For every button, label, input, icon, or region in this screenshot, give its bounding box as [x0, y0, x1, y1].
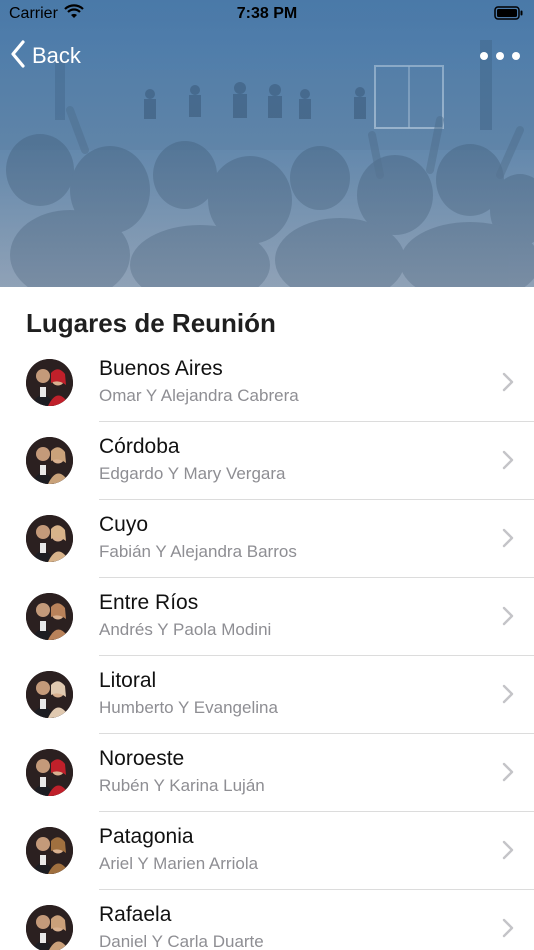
- list-item[interactable]: Cuyo Fabián Y Alejandra Barros: [0, 500, 534, 578]
- back-label: Back: [32, 43, 81, 68]
- item-subtitle: Fabián Y Alejandra Barros: [99, 542, 297, 561]
- chevron-left-icon: [10, 39, 26, 73]
- clock-label: 7:38 PM: [236, 5, 298, 22]
- list-item[interactable]: Noroeste Rubén Y Karina Luján: [0, 734, 534, 812]
- back-button[interactable]: Back: [10, 38, 81, 74]
- item-title: Rafaela: [99, 903, 172, 926]
- avatar: [26, 749, 73, 796]
- item-title: Cuyo: [99, 513, 149, 536]
- chevron-right-icon: [502, 918, 514, 943]
- avatar: [26, 671, 73, 718]
- chevron-right-icon: [502, 762, 514, 787]
- list-item[interactable]: Córdoba Edgardo Y Mary Vergara: [0, 422, 534, 500]
- navigation-bar: Back: [0, 34, 534, 78]
- avatar: [26, 593, 73, 640]
- item-title: Entre Ríos: [99, 591, 199, 614]
- chevron-right-icon: [502, 606, 514, 631]
- list-item[interactable]: Entre Ríos Andrés Y Paola Modini: [0, 578, 534, 656]
- list-item[interactable]: Buenos Aires Omar Y Alejandra Cabrera: [0, 344, 534, 422]
- item-subtitle: Humberto Y Evangelina: [99, 698, 278, 717]
- avatar: [26, 827, 73, 874]
- chevron-right-icon: [502, 372, 514, 397]
- list-item[interactable]: Rafaela Daniel Y Carla Duarte: [0, 890, 534, 950]
- chevron-right-icon: [502, 528, 514, 553]
- item-title: Buenos Aires: [99, 357, 223, 380]
- item-title: Patagonia: [99, 825, 194, 848]
- chevron-right-icon: [502, 684, 514, 709]
- item-subtitle: Ariel Y Marien Arriola: [99, 854, 259, 873]
- avatar: [26, 437, 73, 484]
- item-title: Litoral: [99, 669, 157, 692]
- list-item[interactable]: Litoral Humberto Y Evangelina: [0, 656, 534, 734]
- item-title: Noroeste: [99, 747, 185, 770]
- battery-icon: [494, 6, 524, 25]
- locations-list: Buenos Aires Omar Y Alejandra Cabrera Córd…: [0, 344, 534, 950]
- section-title: Lugares de Reunión: [26, 308, 276, 338]
- item-subtitle: Andrés Y Paola Modini: [99, 620, 272, 639]
- item-subtitle: Edgardo Y Mary Vergara: [99, 464, 286, 483]
- item-subtitle: Omar Y Alejandra Cabrera: [99, 386, 299, 405]
- avatar: [26, 359, 73, 406]
- item-title: Córdoba: [99, 435, 180, 458]
- avatar: [26, 905, 73, 950]
- avatar: [26, 515, 73, 562]
- more-dots-icon: [480, 52, 488, 60]
- chevron-right-icon: [502, 840, 514, 865]
- chevron-right-icon: [502, 450, 514, 475]
- more-options-button[interactable]: [480, 42, 520, 70]
- item-subtitle: Daniel Y Carla Duarte: [99, 932, 264, 950]
- item-subtitle: Rubén Y Karina Luján: [99, 776, 265, 795]
- list-item[interactable]: Patagonia Ariel Y Marien Arriola: [0, 812, 534, 890]
- status-bar: Carrier 7:38 PM: [0, 0, 534, 30]
